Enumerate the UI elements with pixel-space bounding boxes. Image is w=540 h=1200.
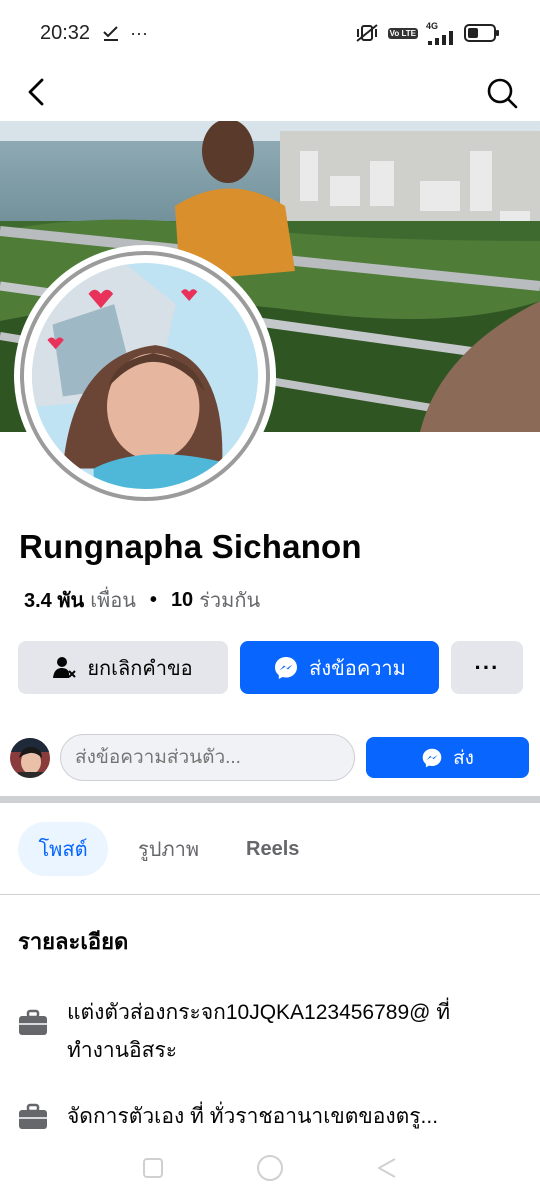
- briefcase-icon: [19, 1009, 47, 1035]
- more-dots-icon: ···: [130, 22, 149, 43]
- back-triangle-icon[interactable]: [375, 1156, 399, 1180]
- status-bar: 20:32 ··· Vo LTE 4G: [0, 0, 540, 66]
- viewer-avatar: [10, 738, 50, 778]
- mute-vibrate-icon: [356, 24, 378, 42]
- message-button[interactable]: ส่งข้อความ: [240, 641, 439, 694]
- details-heading: รายละเอียด: [18, 929, 129, 954]
- message-label: ส่งข้อความ: [309, 657, 406, 680]
- messenger-icon: [275, 656, 298, 679]
- volte-icon: Vo LTE: [387, 27, 418, 39]
- detail-text: แต่งตัวส่องกระจก10JQKA123456789@ ที่ ทำง…: [67, 1001, 451, 1062]
- status-time: 20:32: [40, 21, 91, 44]
- signal-icon: [428, 31, 453, 45]
- chevron-left-icon[interactable]: [20, 72, 56, 112]
- friends-count: 3.4 พัน: [24, 590, 85, 612]
- tab-posts[interactable]: โพสต์: [18, 822, 108, 876]
- cancel-friend-request-icon: [53, 656, 77, 678]
- cancel-request-button[interactable]: ยกเลิกคำขอ: [18, 641, 228, 694]
- section-divider: [0, 796, 540, 803]
- friend-stats[interactable]: 3.4 พัน เพื่อน • 10 ร่วมกัน: [24, 584, 260, 616]
- more-options-button[interactable]: ···: [451, 641, 523, 694]
- detail-item: แต่งตัวส่องกระจก10JQKA123456789@ ที่ ทำง…: [18, 994, 507, 1070]
- recent-apps-icon[interactable]: [141, 1156, 165, 1180]
- friends-label: เพื่อน: [90, 590, 136, 612]
- detail-text: จัดการตัวเอง ที่ ทั่วราชอานาเขตของตรู...: [67, 1105, 439, 1128]
- private-message-input[interactable]: [60, 734, 355, 781]
- profile-avatar[interactable]: [14, 245, 276, 507]
- cancel-request-label: ยกเลิกคำขอ: [87, 657, 193, 680]
- home-icon[interactable]: [255, 1153, 285, 1183]
- profile-name: Rungnapha Sichanon: [19, 528, 362, 565]
- detail-item: จัดการตัวเอง ที่ ทั่วราชอานาเขตของตรู...: [18, 1098, 507, 1136]
- battery-icon: [464, 24, 499, 42]
- send-label: ส่ง: [453, 747, 474, 769]
- stats-separator: •: [149, 588, 157, 611]
- send-message-button[interactable]: ส่ง: [366, 737, 529, 778]
- search-icon[interactable]: [484, 72, 520, 112]
- tabs-divider: [0, 894, 540, 895]
- profile-tabs: โพสต์ รูปภาพ Reels: [18, 822, 299, 876]
- status-right-icons: Vo LTE 4G: [354, 21, 500, 45]
- mutual-count: 10: [170, 588, 194, 611]
- tab-reels[interactable]: Reels: [246, 822, 299, 876]
- status-left-icons: ···: [102, 23, 148, 44]
- more-dots-icon: ···: [474, 654, 500, 680]
- tab-photos[interactable]: รูปภาพ: [138, 822, 199, 876]
- top-nav-bar: [0, 66, 540, 120]
- check-download-icon: [103, 26, 119, 41]
- messenger-icon: [422, 748, 442, 767]
- mutual-label: ร่วมกัน: [199, 590, 261, 612]
- system-nav-bar: [0, 1146, 540, 1190]
- briefcase-icon: [19, 1103, 47, 1129]
- network-type: 4G: [426, 21, 439, 31]
